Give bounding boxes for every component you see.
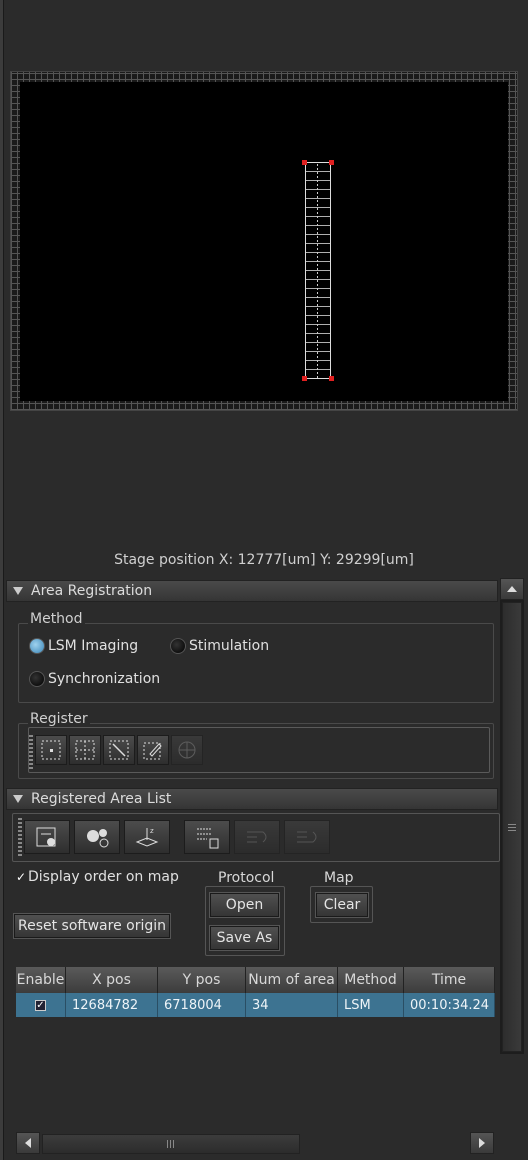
y-pos-cell: 6718004 — [158, 993, 246, 1017]
registered-area-list-header[interactable]: Registered Area List — [6, 788, 498, 810]
map-canvas[interactable] — [20, 82, 508, 401]
move-up-button[interactable] — [234, 820, 280, 854]
horizontal-scrollbar[interactable] — [16, 1132, 496, 1156]
area-corner-handle[interactable] — [302, 160, 307, 165]
arrow-right-icon — [479, 1138, 485, 1148]
protocol-save-as-button[interactable]: Save As — [209, 925, 280, 951]
checkbox-checked-icon[interactable]: ✓ — [35, 999, 46, 1011]
column-header-time[interactable]: Time — [404, 967, 495, 993]
table-row[interactable]: ✓ 12684782 6718004 34 LSM 00:10:34.24 — [16, 993, 495, 1017]
radio-label: LSM Imaging — [48, 638, 139, 654]
vertical-scrollbar[interactable] — [500, 578, 524, 1054]
map-label: Map — [324, 870, 354, 886]
multi-area-button[interactable] — [171, 735, 203, 765]
scroll-up-button[interactable] — [500, 578, 524, 600]
registered-area-strip[interactable] — [305, 162, 331, 379]
area-corner-handle[interactable] — [302, 376, 307, 381]
column-header-y-pos[interactable]: Y pos — [158, 967, 246, 993]
num-of-area-cell: 34 — [246, 993, 338, 1017]
arrow-up-icon — [507, 586, 517, 592]
z-axis-icon: z — [135, 827, 159, 847]
collapse-icon — [13, 795, 23, 803]
radio-synchronization[interactable]: Synchronization — [29, 671, 160, 687]
checkmark-icon: ✓ — [16, 870, 27, 884]
point-register-icon — [41, 740, 61, 760]
method-cell: LSM — [338, 993, 404, 1017]
column-header-x-pos[interactable]: X pos — [66, 967, 158, 993]
column-header-method[interactable]: Method — [338, 967, 404, 993]
register-group-title: Register — [28, 711, 90, 727]
grip-icon — [508, 823, 516, 831]
radio-unselected-icon — [29, 671, 45, 687]
diagonal-register-button[interactable] — [103, 735, 135, 765]
radio-label: Stimulation — [189, 638, 270, 654]
grid-register-button[interactable] — [69, 735, 101, 765]
grid-register-icon — [75, 740, 95, 760]
area-corner-handle[interactable] — [329, 376, 334, 381]
scroll-thumb[interactable] — [42, 1134, 300, 1154]
delete-list-button[interactable] — [184, 820, 230, 854]
register-toolbar — [35, 735, 203, 765]
table-header: Enable X pos Y pos Num of area Method Ti… — [16, 967, 495, 993]
svg-text:z: z — [150, 827, 154, 835]
radio-stimulation[interactable]: Stimulation — [170, 638, 269, 654]
toolbar-grip[interactable] — [18, 818, 22, 856]
method-group-title: Method — [28, 611, 85, 627]
enable-cell[interactable]: ✓ — [16, 993, 66, 1017]
toolbar-grip[interactable] — [29, 735, 33, 769]
arrow-left-icon — [25, 1138, 31, 1148]
delete-list-icon — [197, 828, 219, 849]
list-settings-button[interactable] — [24, 820, 70, 854]
radio-lsm-imaging[interactable]: LSM Imaging — [29, 638, 138, 654]
radio-unselected-icon — [170, 638, 186, 654]
scroll-right-button[interactable] — [470, 1132, 494, 1154]
move-down-icon — [297, 831, 317, 843]
time-cell: 00:10:34.24 — [404, 993, 495, 1017]
radio-label: Synchronization — [48, 671, 161, 687]
scroll-left-button[interactable] — [16, 1132, 40, 1154]
display-order-label: Display order on map — [28, 869, 179, 885]
column-header-enable[interactable]: Enable — [16, 967, 66, 993]
scroll-thumb[interactable] — [502, 602, 522, 1052]
left-panel-edge — [0, 0, 4, 1160]
multi-area-icon — [178, 741, 196, 759]
column-header-num-of-area[interactable]: Num of area — [246, 967, 338, 993]
stage-position-readout: Stage position X: 12777[um] Y: 29299[um] — [114, 552, 414, 568]
registered-area-list-title: Registered Area List — [31, 791, 172, 807]
map-clear-button[interactable]: Clear — [315, 892, 369, 918]
collapse-icon — [13, 587, 23, 595]
area-registration-header[interactable]: Area Registration — [6, 580, 498, 602]
x-pos-cell: 12684782 — [66, 993, 158, 1017]
registered-area-table: Enable X pos Y pos Num of area Method Ti… — [16, 967, 495, 1017]
protocol-open-button[interactable]: Open — [209, 892, 280, 918]
camera-settings-button[interactable] — [74, 820, 120, 854]
z-axis-button[interactable]: z — [124, 820, 170, 854]
diagonal-register-icon — [109, 740, 129, 760]
edit-register-icon — [143, 742, 162, 760]
point-register-button[interactable] — [35, 735, 67, 765]
reset-software-origin-button[interactable]: Reset software origin — [13, 913, 171, 939]
move-up-icon — [247, 831, 267, 843]
area-corner-handle[interactable] — [329, 160, 334, 165]
area-registration-title: Area Registration — [31, 583, 153, 599]
radio-selected-icon — [29, 638, 45, 654]
camera-settings-icon — [87, 829, 109, 848]
display-order-checkbox[interactable]: ✓ Display order on map — [16, 869, 179, 885]
grip-icon — [167, 1140, 175, 1148]
protocol-label: Protocol — [218, 870, 275, 886]
edit-register-button[interactable] — [137, 735, 169, 765]
move-down-button[interactable] — [284, 820, 330, 854]
list-settings-icon — [36, 827, 56, 847]
method-group — [18, 623, 494, 703]
list-toolbar: z — [24, 820, 330, 854]
